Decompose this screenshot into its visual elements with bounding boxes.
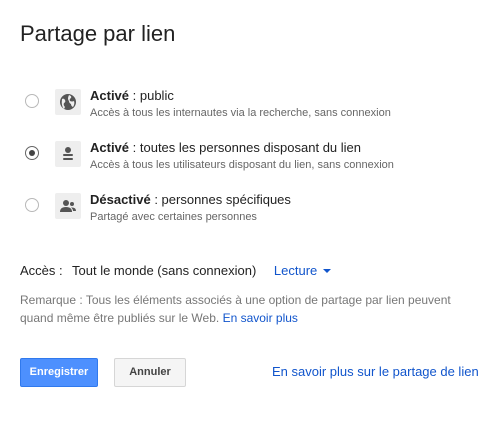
option-status: Activé (90, 140, 130, 155)
radio-public[interactable] (25, 94, 39, 108)
radio-anyone-with-link[interactable] (25, 146, 39, 160)
access-level-label: Lecture (273, 263, 318, 278)
option-specific-people[interactable]: Désactivé : personnes spécifiques Partag… (0, 192, 498, 233)
access-level-dropdown[interactable]: Lecture (273, 263, 332, 278)
option-anyone-text: Activé : toutes les personnes disposant … (90, 140, 394, 172)
option-description: : personnes spécifiques (150, 192, 291, 207)
remark-note: Remarque : Tous les éléments associés à … (20, 291, 460, 327)
option-description: : toutes les personnes disposant du lien (129, 140, 362, 155)
link-sharing-dialog: Partage par lien Activé : public Accès à… (0, 0, 498, 425)
option-public[interactable]: Activé : public Accès à tous les interna… (0, 88, 498, 129)
access-label: Accès : (20, 263, 63, 278)
option-anyone-with-link[interactable]: Activé : toutes les personnes disposant … (0, 140, 498, 181)
option-description: : public (129, 88, 174, 103)
learn-more-link[interactable]: En savoir plus (223, 311, 298, 325)
option-status: Désactivé (90, 192, 151, 207)
access-row: Accès : Tout le monde (sans connexion) L… (20, 263, 332, 278)
link-user-icon (55, 141, 81, 167)
option-specific-text: Désactivé : personnes spécifiques Partag… (90, 192, 291, 224)
chevron-down-icon (323, 268, 332, 273)
option-detail: Partagé avec certaines personnes (90, 211, 257, 223)
access-value: Tout le monde (sans connexion) (72, 263, 257, 278)
people-icon (55, 193, 81, 219)
save-button[interactable]: Enregistrer (20, 358, 98, 387)
radio-specific-people[interactable] (25, 198, 39, 212)
option-public-text: Activé : public Accès à tous les interna… (90, 88, 391, 120)
cancel-button[interactable]: Annuler (114, 358, 186, 387)
option-detail: Accès à tous les internautes via la rech… (90, 107, 391, 119)
option-detail: Accès à tous les utilisateurs disposant … (90, 159, 394, 171)
dialog-title: Partage par lien (20, 21, 176, 46)
globe-icon (55, 89, 81, 115)
link-sharing-help-link[interactable]: En savoir plus sur le partage de lien (272, 364, 479, 379)
option-status: Activé (90, 88, 130, 103)
